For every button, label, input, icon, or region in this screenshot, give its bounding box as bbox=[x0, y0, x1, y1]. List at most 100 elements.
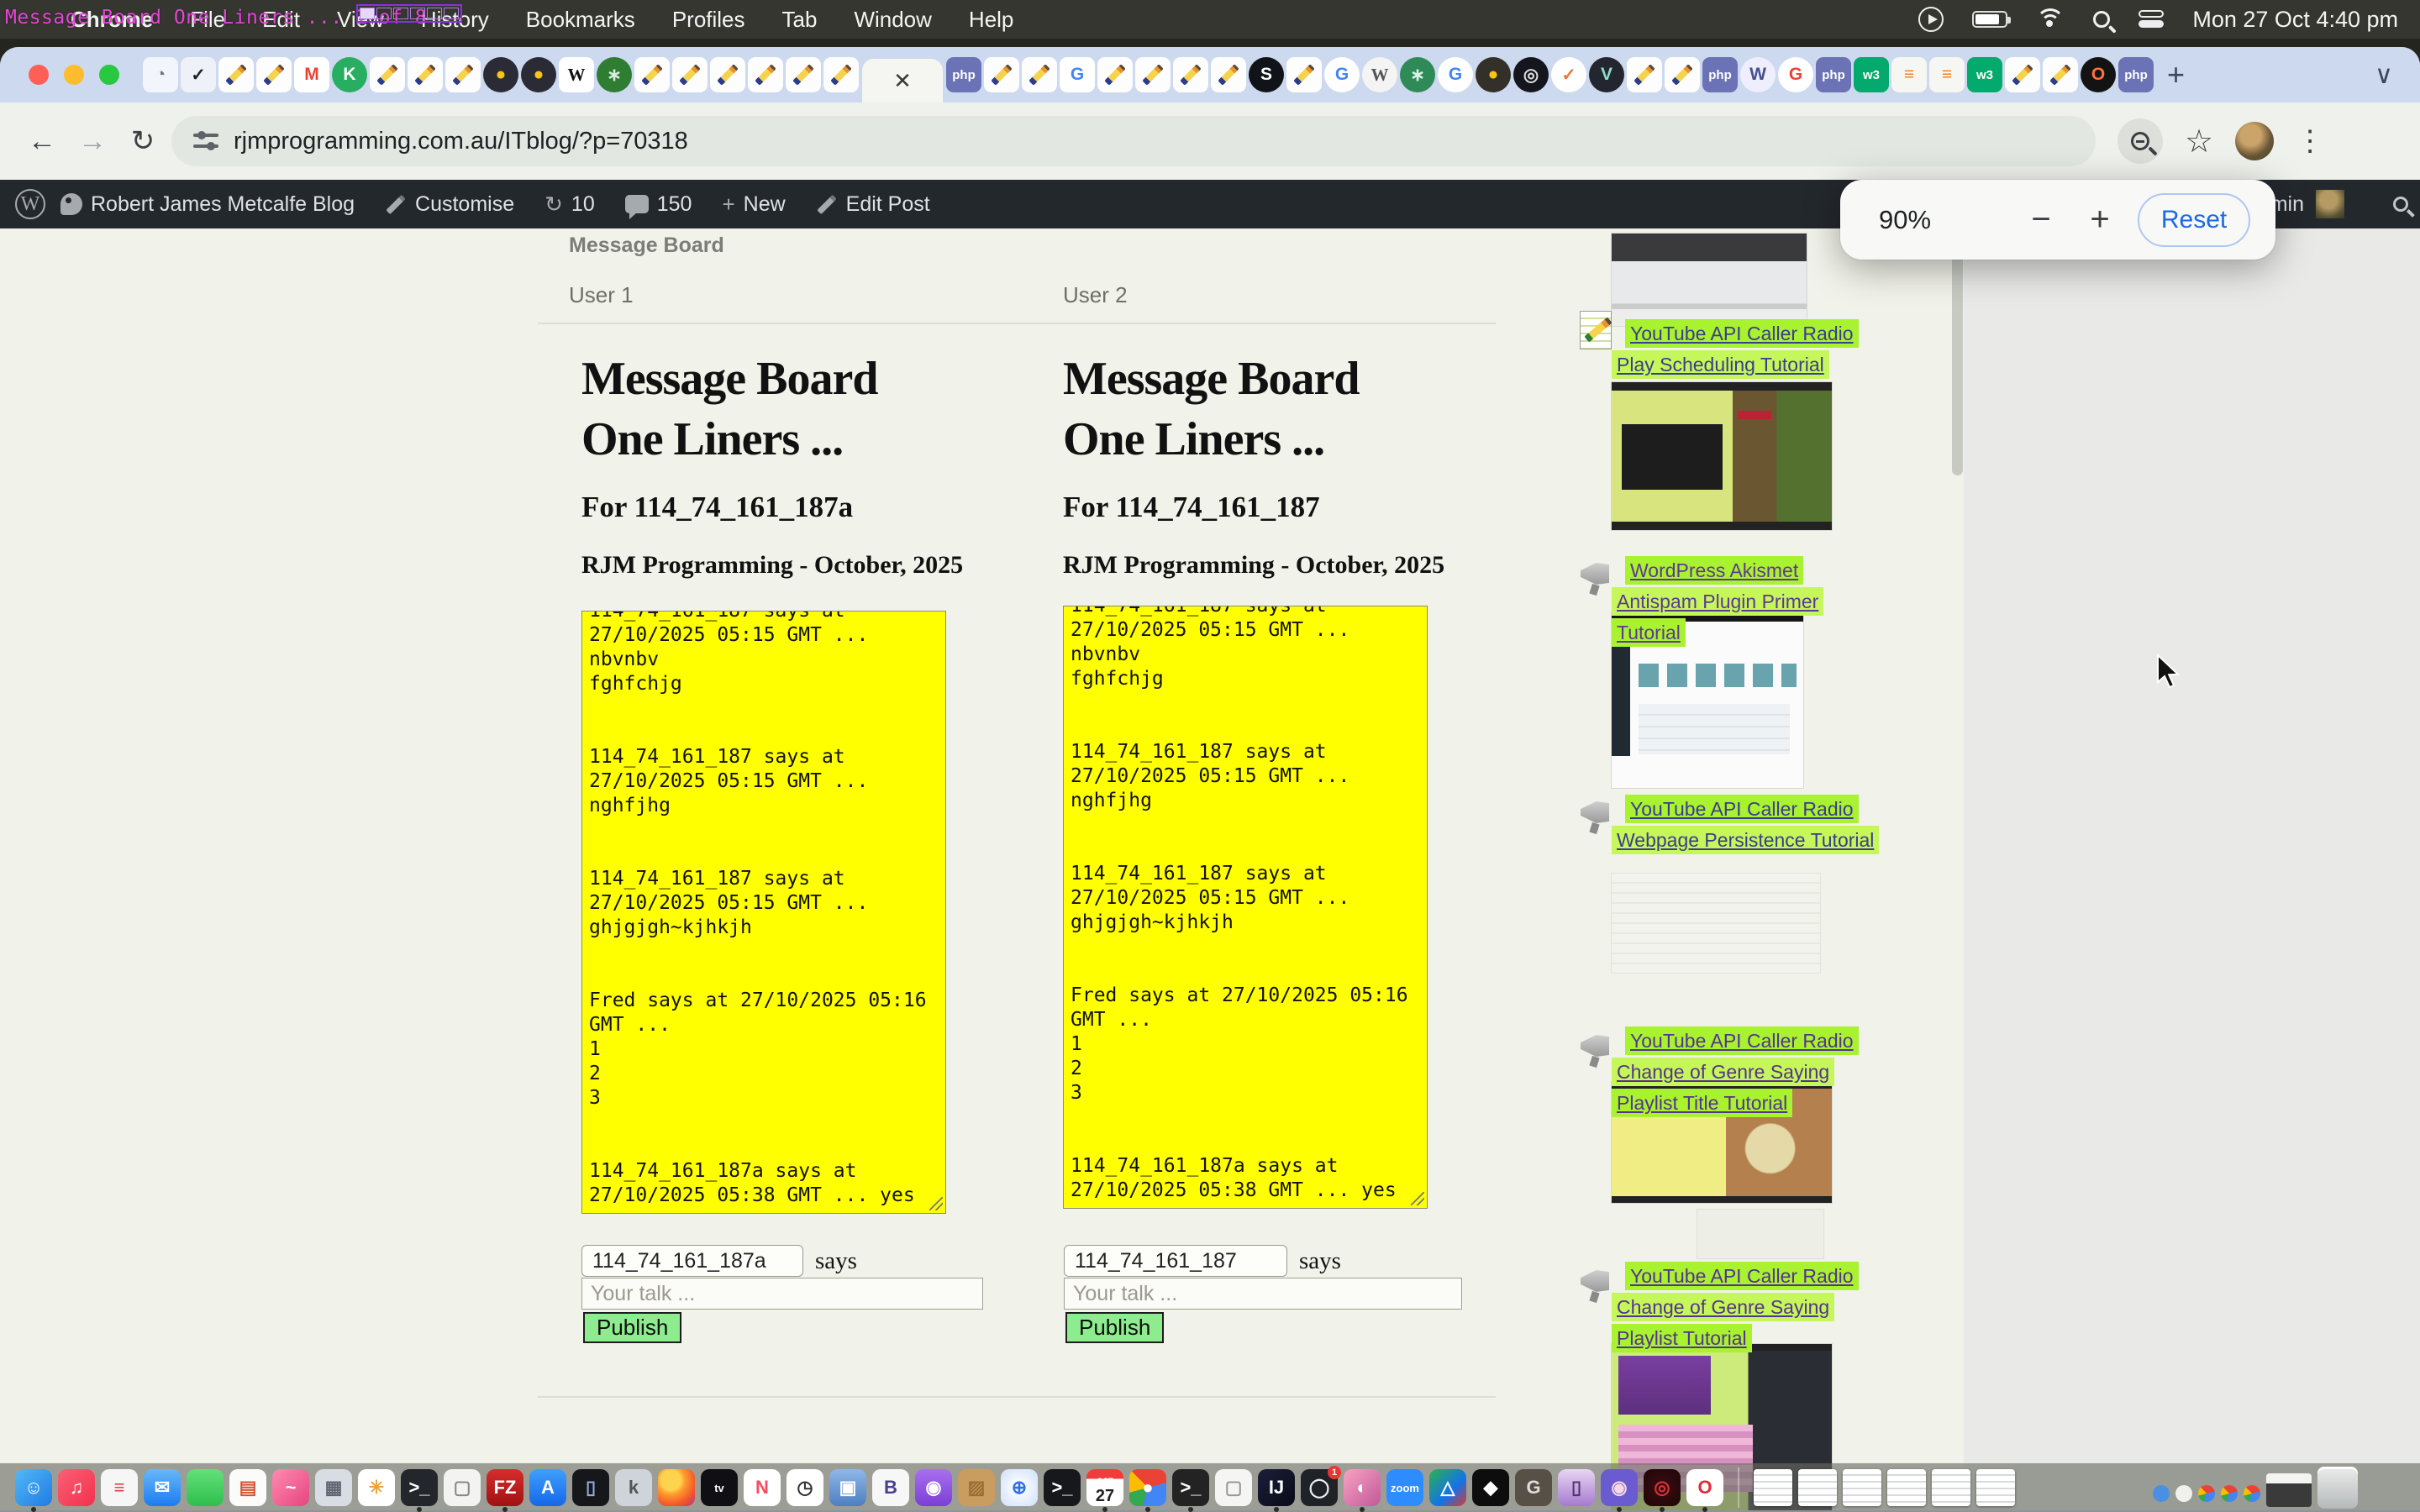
dock-app-icon[interactable]: ▯ bbox=[1558, 1469, 1595, 1506]
browser-tab[interactable] bbox=[1173, 57, 1208, 92]
dock-minimized-window[interactable] bbox=[1887, 1469, 1926, 1506]
browser-tab[interactable]: V bbox=[1589, 57, 1624, 92]
adminbar-avatar[interactable] bbox=[2316, 190, 2344, 218]
browser-tab[interactable]: W bbox=[1362, 57, 1397, 92]
dock-app-icon[interactable]: ◯ bbox=[1301, 1469, 1338, 1506]
close-window-button[interactable] bbox=[29, 65, 49, 85]
dock-app-icon[interactable]: ☺ bbox=[15, 1469, 52, 1506]
browser-tab[interactable]: ≡ bbox=[1891, 57, 1927, 92]
dock-app-icon[interactable]: >_ bbox=[401, 1469, 438, 1506]
browser-tab[interactable]: php bbox=[1702, 57, 1738, 92]
browser-tab[interactable]: G bbox=[1060, 57, 1095, 92]
browser-tab[interactable] bbox=[256, 57, 292, 92]
menu-help[interactable]: Help bbox=[950, 7, 1032, 33]
browser-tab[interactable] bbox=[2005, 57, 2040, 92]
dock-app-icon[interactable]: tv bbox=[701, 1469, 738, 1506]
browser-tab[interactable]: W bbox=[1740, 57, 1776, 92]
dock-app-icon[interactable]: ▣ bbox=[829, 1469, 866, 1506]
wordpress-logo-icon[interactable]: W bbox=[15, 189, 45, 219]
publish-button-1[interactable]: Publish bbox=[583, 1312, 681, 1343]
battery-icon[interactable] bbox=[1972, 11, 2007, 28]
browser-tab[interactable] bbox=[1135, 57, 1171, 92]
browser-tab[interactable] bbox=[2043, 57, 2078, 92]
thumbnail-video-cow[interactable] bbox=[1612, 382, 1832, 530]
browser-tab[interactable]: ◎ bbox=[1513, 57, 1549, 92]
scrollbar-thumb[interactable] bbox=[1952, 234, 1963, 475]
talk-input-1[interactable] bbox=[581, 1278, 983, 1310]
zoom-decrease-button[interactable]: − bbox=[2012, 201, 2070, 239]
browser-tab[interactable] bbox=[1665, 57, 1700, 92]
trash-icon[interactable] bbox=[2317, 1467, 2358, 1509]
browser-tab[interactable] bbox=[748, 57, 783, 92]
browser-tab[interactable] bbox=[1627, 57, 1662, 92]
browser-tab[interactable]: W bbox=[559, 57, 594, 92]
browser-tab[interactable] bbox=[1286, 57, 1322, 92]
browser-tab[interactable]: ● bbox=[521, 57, 556, 92]
dock-app-icon[interactable]: ⊕ bbox=[1001, 1469, 1038, 1506]
spotlight-icon[interactable] bbox=[2093, 11, 2110, 28]
back-icon[interactable]: ← bbox=[20, 119, 64, 163]
dock-app-icon[interactable]: ✉ bbox=[144, 1469, 181, 1506]
reload-icon[interactable]: ↻ bbox=[121, 119, 165, 163]
sidebar-link-persistence[interactable]: YouTube API Caller Radio Webpage Persist… bbox=[1612, 795, 1879, 857]
browser-tab[interactable] bbox=[218, 57, 254, 92]
menu-bookmarks[interactable]: Bookmarks bbox=[508, 7, 654, 33]
zoom-increase-button[interactable]: + bbox=[2070, 201, 2129, 239]
resize-handle-icon[interactable] bbox=[929, 1197, 943, 1210]
thumbnail-faint-document[interactable] bbox=[1612, 874, 1820, 973]
dock-minimized-window[interactable] bbox=[1976, 1469, 2015, 1506]
browser-tab[interactable] bbox=[1022, 57, 1057, 92]
adminbar-customise[interactable]: Customise bbox=[370, 180, 529, 228]
dock-app-icon[interactable]: zoom bbox=[1386, 1469, 1423, 1506]
menu-tab[interactable]: Tab bbox=[764, 7, 836, 33]
sidebar-link-genre-playlist[interactable]: YouTube API Caller Radio Change of Genre… bbox=[1612, 1262, 1859, 1355]
browser-tab[interactable]: G bbox=[1438, 57, 1473, 92]
forward-icon[interactable]: → bbox=[71, 119, 114, 163]
browser-tab[interactable]: ✓ bbox=[181, 57, 216, 92]
dock-app-icon[interactable]: ◐ bbox=[1344, 1469, 1381, 1506]
dock-app-icon[interactable]: N bbox=[744, 1469, 781, 1506]
browser-tab[interactable] bbox=[710, 57, 745, 92]
talk-input-2[interactable] bbox=[1064, 1278, 1462, 1310]
dock-app-icon[interactable]: ◆ bbox=[1472, 1469, 1509, 1506]
url-text[interactable]: rjmprogramming.com.au/ITblog/?p=70318 bbox=[234, 128, 688, 155]
fullscreen-window-button[interactable] bbox=[99, 65, 119, 85]
messages-textarea-1[interactable]: 114_74_161_187 says at 27/10/2025 05:15 … bbox=[581, 611, 946, 1214]
active-tab[interactable]: ✕ bbox=[862, 59, 943, 102]
dock-app-icon[interactable]: ▨ bbox=[958, 1469, 995, 1506]
browser-tab[interactable] bbox=[786, 57, 821, 92]
tab-search-chevron-icon[interactable]: ∨ bbox=[2366, 57, 2402, 92]
adminbar-updates[interactable]: ↻ 10 bbox=[529, 180, 610, 228]
adminbar-search-icon[interactable] bbox=[2393, 197, 2408, 212]
browser-tab[interactable] bbox=[1097, 57, 1133, 92]
browser-tab[interactable]: php bbox=[2118, 57, 2154, 92]
browser-tab[interactable]: w3 bbox=[1854, 57, 1889, 92]
browser-tab[interactable]: ✓ bbox=[1551, 57, 1586, 92]
dock-minimized-tab[interactable] bbox=[2244, 1485, 2260, 1502]
dock-app-icon[interactable]: ~ bbox=[272, 1469, 309, 1506]
browser-tab[interactable]: G bbox=[1324, 57, 1360, 92]
browser-tab[interactable]: M bbox=[294, 57, 329, 92]
browser-tab[interactable] bbox=[445, 57, 481, 92]
browser-tab[interactable]: O bbox=[2081, 57, 2116, 92]
zoom-out-indicator-icon[interactable] bbox=[2118, 118, 2163, 164]
dock-app-icon[interactable]: △ bbox=[1429, 1469, 1466, 1506]
chrome-menu-icon[interactable]: ⋮ bbox=[2296, 124, 2324, 158]
adminbar-comments[interactable]: 150 bbox=[610, 180, 708, 228]
dock-minimized-tab[interactable] bbox=[2153, 1485, 2170, 1502]
minimize-window-button[interactable] bbox=[64, 65, 84, 85]
dock-minimized-window[interactable] bbox=[1932, 1469, 1970, 1506]
dock-app-icon[interactable]: ✳ bbox=[358, 1469, 395, 1506]
close-tab-icon[interactable]: ✕ bbox=[893, 68, 912, 94]
address-bar[interactable]: rjmprogramming.com.au/ITblog/?p=70318 bbox=[171, 116, 2096, 166]
dock-app-icon[interactable]: G bbox=[1515, 1469, 1552, 1506]
sidebar-thumbnail-partial[interactable] bbox=[1612, 234, 1807, 326]
resize-handle-icon[interactable] bbox=[1411, 1192, 1424, 1205]
browser-tab[interactable]: ∗ bbox=[597, 57, 632, 92]
zoom-reset-button[interactable]: Reset bbox=[2138, 193, 2250, 247]
dock-app-icon[interactable]: ≡ bbox=[101, 1469, 138, 1506]
browser-tab[interactable]: ≡ bbox=[1929, 57, 1965, 92]
dock-app-icon[interactable]: ◷ bbox=[786, 1469, 823, 1506]
browser-tab[interactable] bbox=[1211, 57, 1246, 92]
dock-app-icon[interactable]: ♫ bbox=[58, 1469, 95, 1506]
